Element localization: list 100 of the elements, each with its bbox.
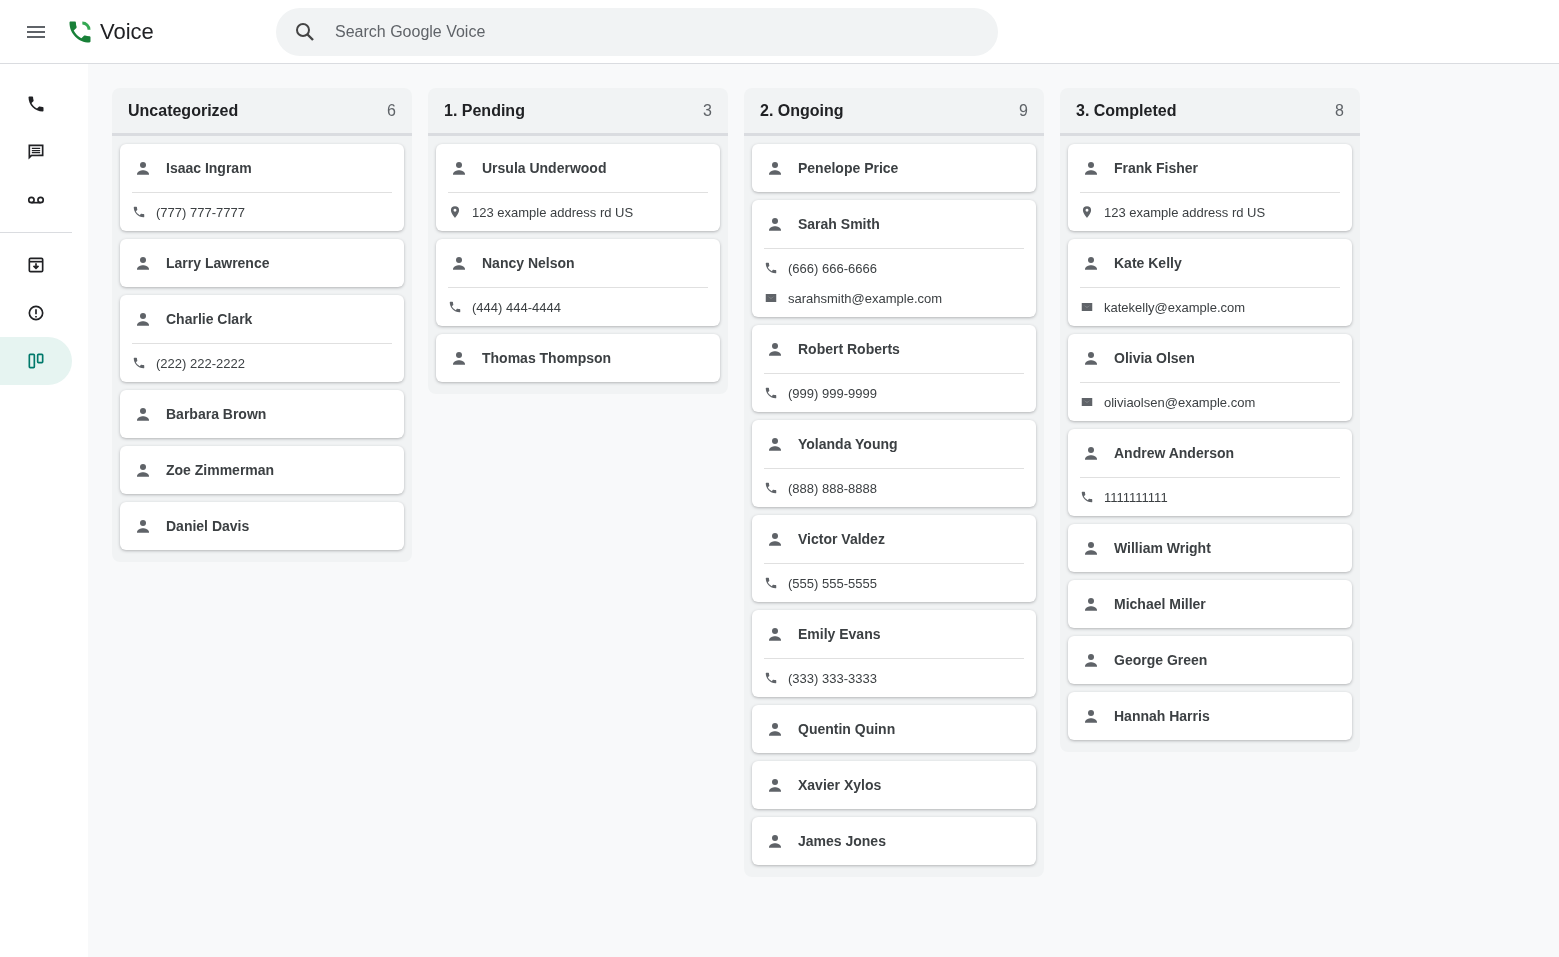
contact-card[interactable]: Charlie Clark (222) 222-2222 xyxy=(120,295,404,382)
column-count: 8 xyxy=(1335,101,1344,120)
contact-card[interactable]: Larry Lawrence xyxy=(120,239,404,287)
contact-card[interactable]: Barbara Brown xyxy=(120,390,404,438)
contact-card[interactable]: Yolanda Young (888) 888-8888 xyxy=(752,420,1036,507)
contact-card[interactable]: James Jones xyxy=(752,817,1036,865)
person-icon xyxy=(134,159,152,177)
contact-card[interactable]: Quentin Quinn xyxy=(752,705,1036,753)
person-icon xyxy=(1082,254,1100,272)
contact-detail: 123 example address rd US xyxy=(472,204,634,220)
phone-icon xyxy=(764,386,778,400)
person-icon xyxy=(450,254,468,272)
contact-name: Larry Lawrence xyxy=(166,255,270,271)
phone-icon xyxy=(764,261,778,275)
contact-card[interactable]: Robert Roberts (999) 999-9999 xyxy=(752,325,1036,412)
contact-name: Isaac Ingram xyxy=(166,160,252,176)
contact-card[interactable]: Zoe Zimmerman xyxy=(120,446,404,494)
contact-card[interactable]: Xavier Xylos xyxy=(752,761,1036,809)
contact-card[interactable]: Daniel Davis xyxy=(120,502,404,550)
phone-icon xyxy=(764,671,778,685)
column-count: 3 xyxy=(703,101,712,120)
contact-name: George Green xyxy=(1114,652,1208,668)
person-icon xyxy=(134,517,152,535)
contact-card[interactable]: George Green xyxy=(1068,636,1352,684)
person-icon xyxy=(766,832,784,850)
contact-name: Victor Valdez xyxy=(798,531,885,547)
location-pin-icon xyxy=(1080,205,1094,219)
person-icon xyxy=(1082,595,1100,613)
contact-detail: oliviaolsen@example.com xyxy=(1104,394,1256,410)
contact-name: Kate Kelly xyxy=(1114,255,1182,271)
contact-name: Olivia Olsen xyxy=(1114,350,1195,366)
phone-icon xyxy=(132,205,146,219)
person-icon xyxy=(1082,651,1100,669)
contact-card[interactable]: Victor Valdez (555) 555-5555 xyxy=(752,515,1036,602)
contact-card[interactable]: Penelope Price xyxy=(752,144,1036,192)
contact-name: Sarah Smith xyxy=(798,216,880,232)
column-title: 2. Ongoing xyxy=(760,101,844,120)
contact-detail: (777) 777-7777 xyxy=(156,204,245,220)
phone-icon xyxy=(26,94,46,114)
contact-name: Michael Miller xyxy=(1114,596,1206,612)
contact-name: William Wright xyxy=(1114,540,1211,556)
envelope-icon xyxy=(1080,300,1094,314)
search-field[interactable]: Search Google Voice xyxy=(276,7,998,56)
contact-card[interactable]: Thomas Thompson xyxy=(436,334,720,382)
contact-name: Barbara Brown xyxy=(166,406,267,422)
contact-name: Robert Roberts xyxy=(798,341,900,357)
message-icon xyxy=(26,142,46,162)
contact-card[interactable]: Andrew Anderson 1111111111 xyxy=(1068,429,1352,516)
board-icon xyxy=(26,351,46,371)
contact-card[interactable]: Kate Kelly katekelly@example.com xyxy=(1068,239,1352,326)
app-title: Voice xyxy=(100,18,154,45)
contact-name: Daniel Davis xyxy=(166,518,250,534)
contact-card[interactable]: Ursula Underwood 123 example address rd US xyxy=(436,144,720,231)
search-input[interactable]: Search Google Voice xyxy=(333,21,998,42)
person-icon xyxy=(450,349,468,367)
contact-detail: (999) 999-9999 xyxy=(788,385,877,401)
contact-name: Penelope Price xyxy=(798,160,899,176)
location-pin-icon xyxy=(448,205,462,219)
person-icon xyxy=(766,625,784,643)
contact-card[interactable]: Isaac Ingram (777) 777-7777 xyxy=(120,144,404,231)
contact-detail: 123 example address rd US xyxy=(1104,204,1266,220)
contact-card[interactable]: Nancy Nelson (444) 444-4444 xyxy=(436,239,720,326)
column-title: 3. Completed xyxy=(1076,101,1177,120)
archive-icon xyxy=(26,255,46,275)
person-icon xyxy=(134,254,152,272)
alert-icon xyxy=(26,303,46,323)
phone-icon xyxy=(764,481,778,495)
person-icon xyxy=(134,461,152,479)
contact-detail: (555) 555-5555 xyxy=(788,575,877,591)
contact-card[interactable]: Hannah Harris xyxy=(1068,692,1352,740)
person-icon xyxy=(1082,159,1100,177)
contact-name: Frank Fisher xyxy=(1114,160,1199,176)
contact-card[interactable]: Sarah Smith (666) 666-6666 sarahsmith@example.com xyxy=(752,200,1036,317)
contact-card[interactable]: Olivia Olsen oliviaolsen@example.com xyxy=(1068,334,1352,421)
contact-name: Ursula Underwood xyxy=(482,160,607,176)
person-icon xyxy=(766,215,784,233)
column-count: 6 xyxy=(387,101,396,120)
phone-icon xyxy=(132,356,146,370)
contact-card[interactable]: Frank Fisher 123 example address rd US xyxy=(1068,144,1352,231)
column-title: 1. Pending xyxy=(444,101,525,120)
person-icon xyxy=(766,720,784,738)
phone-icon xyxy=(764,576,778,590)
contact-card[interactable]: Michael Miller xyxy=(1068,580,1352,628)
contact-card[interactable]: William Wright xyxy=(1068,524,1352,572)
contact-detail: (333) 333-3333 xyxy=(788,670,877,686)
person-icon xyxy=(134,405,152,423)
person-icon xyxy=(1082,707,1100,725)
phone-icon xyxy=(1080,490,1094,504)
contact-name: Emily Evans xyxy=(798,626,881,642)
contact-name: Thomas Thompson xyxy=(482,350,612,366)
contact-card[interactable]: Emily Evans (333) 333-3333 xyxy=(752,610,1036,697)
person-icon xyxy=(766,340,784,358)
person-icon xyxy=(1082,349,1100,367)
contact-name: James Jones xyxy=(798,833,886,849)
contact-detail: (888) 888-8888 xyxy=(788,480,877,496)
contact-detail: 1111111111 xyxy=(1104,489,1168,505)
contact-detail: (222) 222-2222 xyxy=(156,355,245,371)
contact-name: Nancy Nelson xyxy=(482,255,575,271)
person-icon xyxy=(766,435,784,453)
person-icon xyxy=(450,159,468,177)
